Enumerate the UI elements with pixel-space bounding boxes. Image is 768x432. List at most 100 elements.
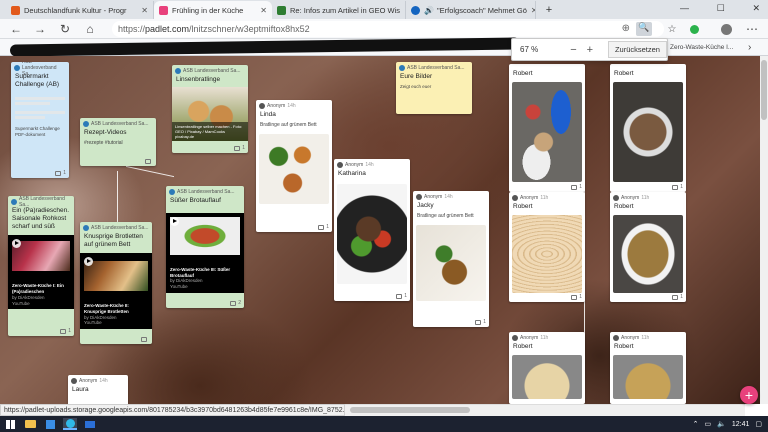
reload-icon[interactable]: ↻ <box>57 21 73 37</box>
volume-icon[interactable]: 🔈 <box>717 420 726 428</box>
post-radieschen[interactable]: ASB Landesverband Sa... Ein (Pa)radiesch… <box>8 196 74 336</box>
tray-chevron-icon[interactable]: ⌃ <box>693 420 699 428</box>
comment-icon[interactable] <box>672 294 679 300</box>
edge-icon[interactable] <box>63 418 77 430</box>
comment-icon[interactable] <box>141 337 147 342</box>
forward-arrow-icon[interactable]: → <box>32 21 48 37</box>
post-katharina[interactable]: Anonym 14h Katharina 1 <box>334 159 410 301</box>
post-author: ASB Landesverband Sa... <box>407 64 465 71</box>
window-close-icon[interactable]: ✕ <box>752 3 760 15</box>
comment-count: 1 <box>579 184 582 190</box>
mail-app-icon[interactable] <box>83 418 97 430</box>
comment-icon[interactable] <box>475 319 482 325</box>
post-robert-6[interactable]: Anonym 11h Robert <box>610 332 686 404</box>
comment-count: 2 <box>238 300 241 306</box>
video-attachment[interactable]: Zero-Waste-Küche I: Ein (Pa)radieschen by… <box>8 235 74 310</box>
store-icon[interactable] <box>43 418 57 430</box>
tab-erfolgscoach[interactable]: 🔊 "Erfolgscoach" Mehmet Gö ✕ <box>406 1 536 19</box>
more-menu-icon[interactable]: ⋯ <box>744 21 760 37</box>
comment-icon[interactable] <box>396 293 403 299</box>
post-photo[interactable] <box>512 215 582 294</box>
tab-fruehling[interactable]: Frühling in der Küche ✕ <box>154 1 272 19</box>
post-photo[interactable] <box>613 215 683 294</box>
speaker-icon[interactable]: 🔊 <box>424 6 434 15</box>
tab-geo-mail[interactable]: Re: Infos zum Artikel in GEO Wis ✕ <box>272 1 406 19</box>
video-by: by DiAkDresden <box>170 278 203 284</box>
zoom-out-button[interactable]: − <box>565 44 581 56</box>
add-favorite-icon[interactable]: ⊕ <box>622 23 630 34</box>
folder-icon[interactable] <box>23 418 37 430</box>
profile-avatar[interactable] <box>718 21 734 37</box>
image-caption: Linsenbratlinge selber machen - Foto: GE… <box>175 123 243 134</box>
back-arrow-icon[interactable]: ← <box>8 21 24 37</box>
comment-icon[interactable] <box>60 328 67 334</box>
post-rezept-videos[interactable]: ASB Landesverband Sa... Rezept-Videos #r… <box>80 118 156 166</box>
post-robert-4[interactable]: Robert 1 <box>610 64 686 192</box>
post-title: Knusprige Brotletten auf grünem Bett <box>84 233 143 249</box>
post-robert-1[interactable]: Robert 1 <box>509 64 585 192</box>
bookmark-zero-waste[interactable]: Zero-Waste-Küche I... <box>660 43 733 52</box>
network-icon[interactable]: ▭ <box>705 420 712 428</box>
comment-icon[interactable] <box>571 294 578 300</box>
post-robert-5[interactable]: Anonym 11h Robert 1 <box>610 192 686 302</box>
maximize-icon[interactable]: ☐ <box>717 3 725 15</box>
post-photo[interactable] <box>613 355 683 400</box>
comment-icon[interactable] <box>318 224 325 230</box>
post-brotauflauf[interactable]: ASB Landesverband Sa... Süßer Brotauflau… <box>166 186 244 308</box>
zoom-reset-button[interactable]: Zurücksetzen <box>607 41 667 58</box>
favorites-star-icon[interactable]: ☆ <box>664 21 680 37</box>
close-icon[interactable]: ✕ <box>256 6 267 15</box>
avatar <box>416 193 422 200</box>
minimize-icon[interactable]: — <box>680 3 689 15</box>
post-time: 14h <box>99 377 108 384</box>
home-icon[interactable]: ⌂ <box>82 21 98 37</box>
close-icon[interactable]: ✕ <box>527 6 535 15</box>
avatar <box>259 102 265 109</box>
comment-icon[interactable] <box>145 159 151 164</box>
windows-start-icon[interactable] <box>3 418 17 430</box>
bookmarks-chevron-icon[interactable]: › <box>748 42 751 53</box>
post-linsenbratlinge[interactable]: ASB Landesverband Sa... Linsenbratlinge … <box>172 65 248 153</box>
zoom-magnifier-icon[interactable]: 🔍 <box>636 22 652 36</box>
mail-icon <box>277 5 286 15</box>
post-photo[interactable] <box>337 184 407 285</box>
post-robert-2[interactable]: Anonym 11h Robert 1 <box>509 192 585 302</box>
video-attachment[interactable]: Zero-Waste-Küche II: Knusprige Brotlette… <box>80 253 152 330</box>
tab-deutschlandfunk[interactable]: Deutschlandfunk Kultur - Progr ✕ <box>6 1 154 19</box>
post-linda[interactable]: Anonym 14h Linda Bratlinge auf grünem Bet… <box>256 100 332 232</box>
video-attachment[interactable]: Zero-Waste-Küche III: Süßer Brotauflauf b… <box>166 213 244 294</box>
comment-icon[interactable] <box>55 170 62 176</box>
connector-line <box>126 165 174 189</box>
comment-icon[interactable] <box>571 184 578 190</box>
zoom-in-button[interactable]: + <box>582 44 598 56</box>
post-photo[interactable] <box>416 224 486 301</box>
extension-icon[interactable] <box>686 21 702 37</box>
post-photo[interactable] <box>259 133 329 204</box>
post-laura[interactable]: Anonym 14h Laura <box>68 375 128 404</box>
horizontal-scroll-thumb[interactable] <box>350 407 470 413</box>
post-photo[interactable] <box>512 355 582 400</box>
comment-icon[interactable] <box>230 300 237 306</box>
post-title: Robert <box>513 70 533 77</box>
clock[interactable]: 12:41 <box>732 421 750 428</box>
post-jacky[interactable]: Anonym 14h Jacky Bratlinge auf grünem Bet… <box>413 191 489 327</box>
comment-count: 1 <box>326 224 329 230</box>
add-post-button[interactable]: + <box>740 386 758 404</box>
post-author: Anonym <box>621 194 640 201</box>
notification-icon[interactable]: ▢ <box>755 420 762 428</box>
post-eure-bilder[interactable]: ASB Landesverband Sa... Eure Bilder Zeig… <box>396 62 472 114</box>
comment-icon[interactable] <box>234 145 241 151</box>
post-photo[interactable] <box>512 82 582 183</box>
post-photo[interactable] <box>613 82 683 183</box>
url-input[interactable]: https://padlet.com/lnitzschner/w3eptmift… <box>112 21 664 37</box>
new-tab-button[interactable]: + <box>540 1 558 19</box>
comment-icon[interactable] <box>672 184 679 190</box>
post-robert-3[interactable]: Anonym 11h Robert <box>509 332 585 404</box>
close-icon[interactable]: ✕ <box>137 6 148 15</box>
post-supermarkt[interactable]: ASB Landesverband Sa... Supermarkt Chall… <box>11 62 69 178</box>
post-body: Bratlinge auf grünem Bett <box>417 213 474 220</box>
post-image[interactable]: Linsenbratlinge selber machen - Foto: GE… <box>172 87 248 142</box>
post-brotletten[interactable]: ASB Landesverband Sa... Knusprige Brotle… <box>80 222 152 344</box>
vertical-scroll-thumb[interactable] <box>761 60 767 120</box>
padlet-board[interactable]: ASB Landesverband Sa... Supermarkt Chall… <box>0 56 768 404</box>
